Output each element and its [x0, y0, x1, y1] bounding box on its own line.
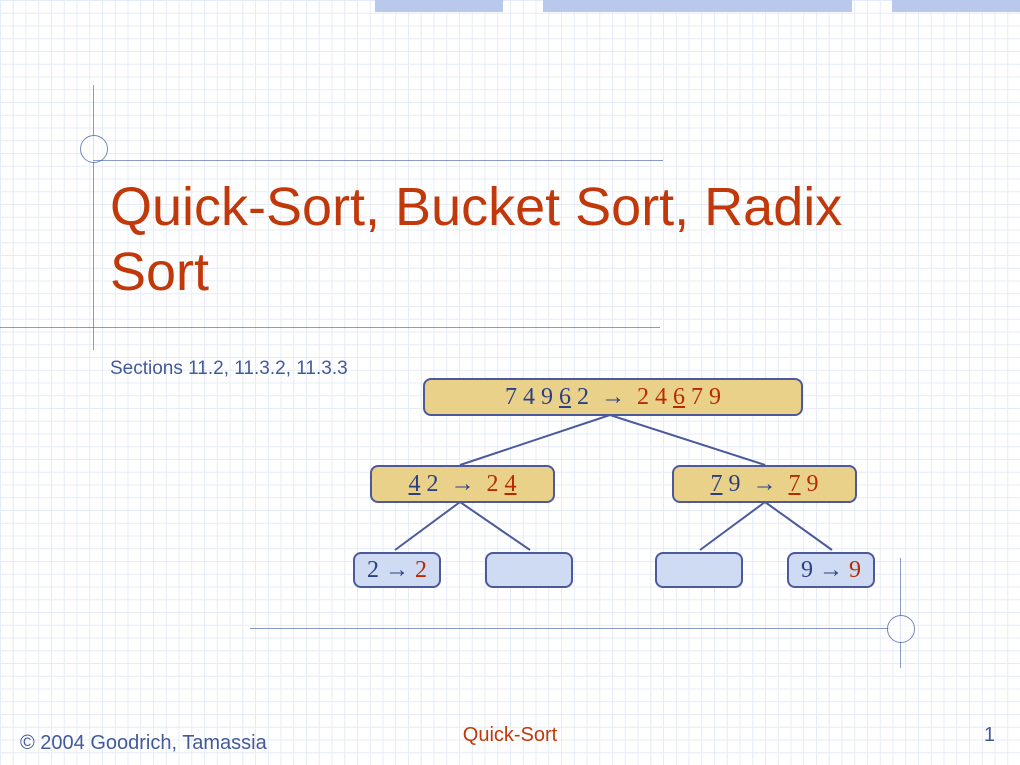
arrow-icon: → — [753, 471, 777, 498]
deco-circle-top-left — [80, 135, 108, 163]
tree-node-left: 4 2 → 2 4 — [370, 465, 555, 503]
footer-title: Quick-Sort — [0, 724, 1020, 747]
arrow-icon: → — [601, 384, 625, 411]
tree-node-leaf-1: 2 → 2 — [353, 552, 441, 588]
tree-node-leaf-2-empty — [485, 552, 573, 588]
arrow-icon: → — [451, 471, 475, 498]
tree-node-leaf-4: 9 → 9 — [787, 552, 875, 588]
arrow-icon: → — [385, 557, 409, 584]
tree-node-right: 7 9 → 7 9 — [672, 465, 857, 503]
tree-node-leaf-3-empty — [655, 552, 743, 588]
top-decorative-bars — [375, 0, 1020, 12]
deco-hline-3 — [250, 628, 890, 629]
slide-title: Quick-Sort, Bucket Sort, Radix Sort — [110, 175, 910, 305]
tree-node-root: 7 4 9 6 2 → 2 4 6 7 9 — [423, 378, 803, 416]
deco-vertical-line-1 — [93, 85, 94, 350]
sections-label: Sections 11.2, 11.3.2, 11.3.3 — [110, 358, 348, 380]
deco-vertical-line-2 — [900, 558, 901, 668]
deco-hline-1 — [93, 160, 663, 161]
arrow-icon: → — [819, 557, 843, 584]
footer-page-number: 1 — [984, 724, 995, 747]
deco-circle-bottom-right — [887, 615, 915, 643]
deco-hline-2 — [0, 327, 660, 328]
